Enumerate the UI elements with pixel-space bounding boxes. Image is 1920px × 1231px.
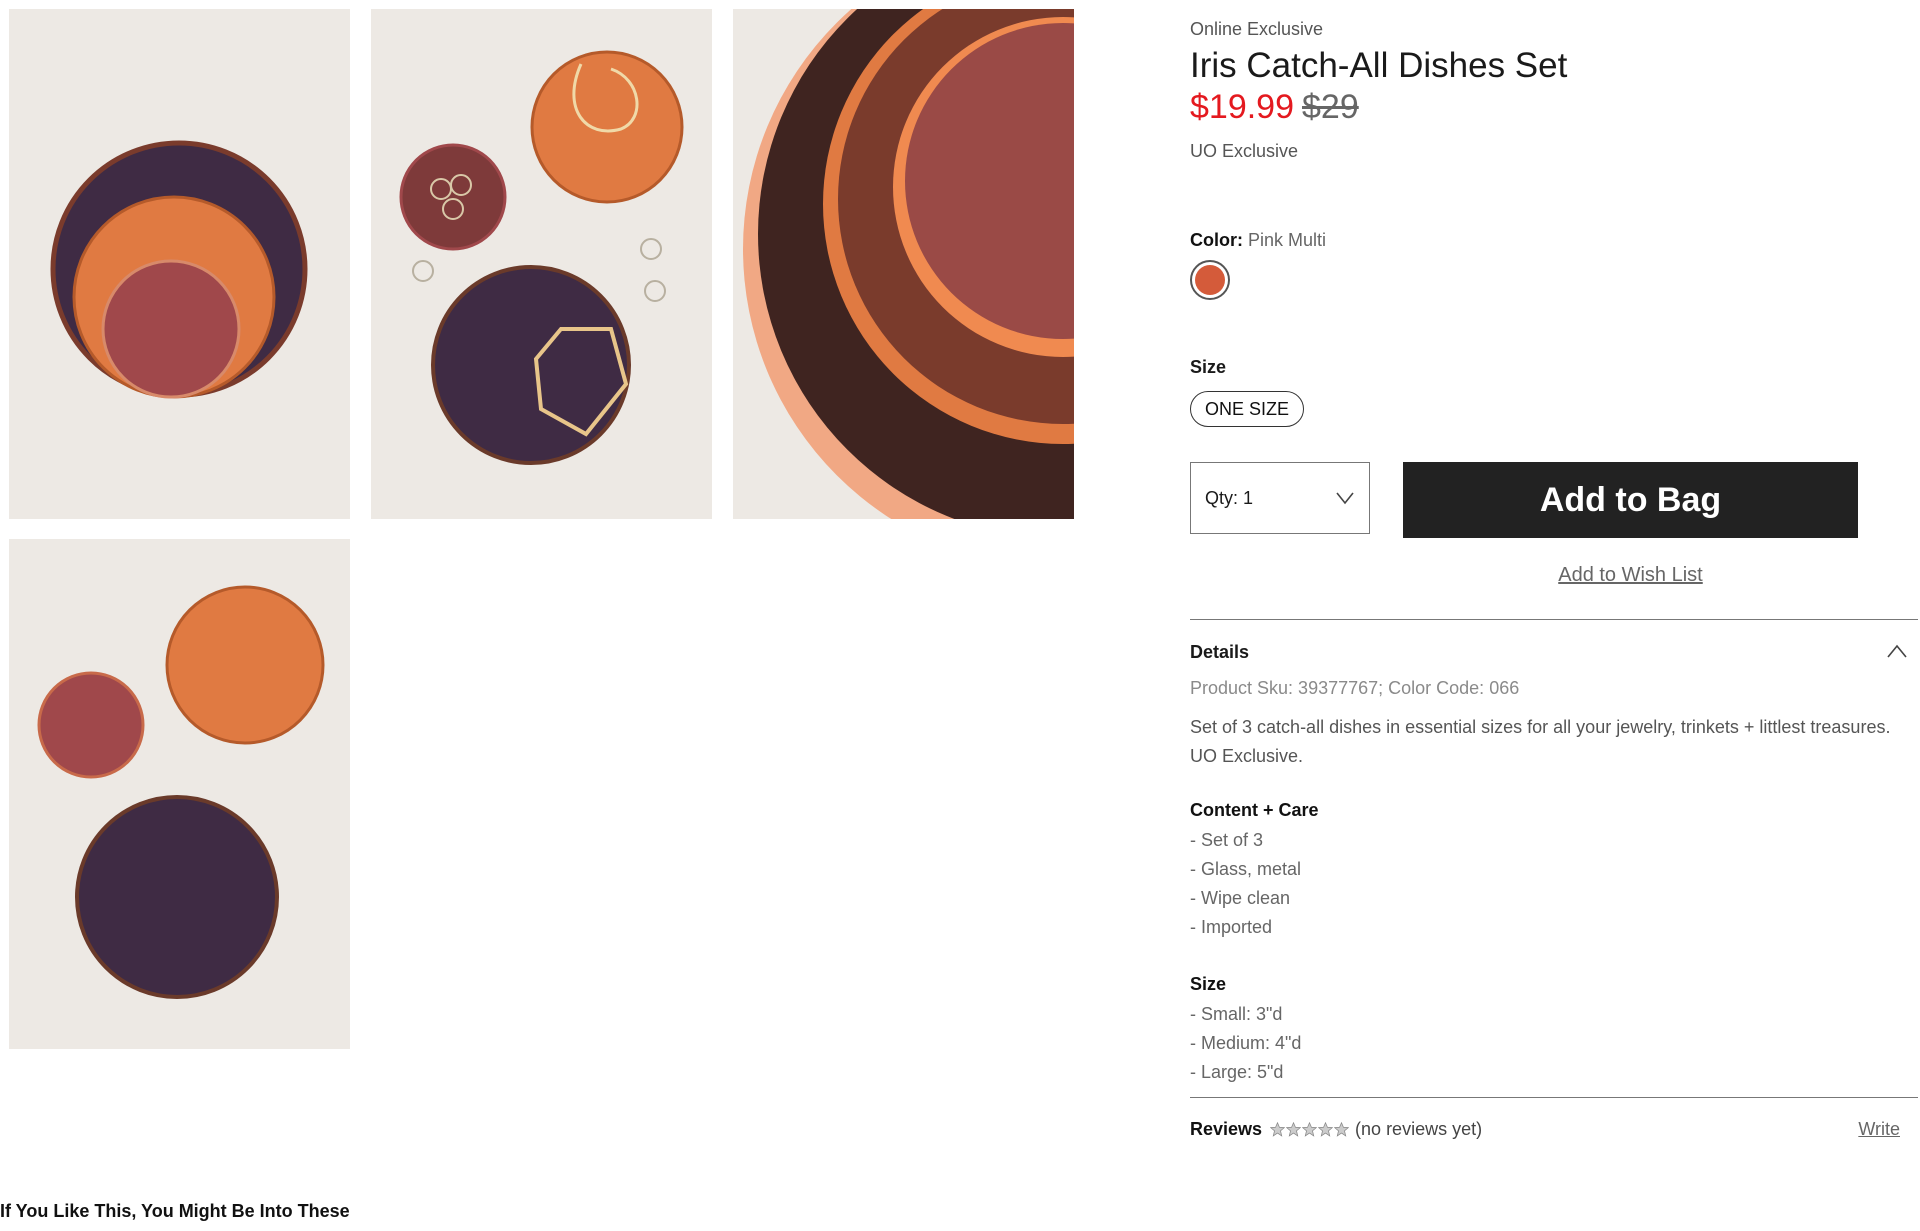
star-icon bbox=[1286, 1122, 1302, 1137]
write-review-link[interactable]: Write bbox=[1858, 1119, 1900, 1140]
rating-stars bbox=[1270, 1122, 1350, 1137]
size-details-heading: Size bbox=[1190, 974, 1227, 994]
add-to-bag-button[interactable]: Add to Bag bbox=[1403, 462, 1858, 538]
recommendations-heading: If You Like This, You Might Be Into Thes… bbox=[0, 1201, 350, 1221]
divider bbox=[1190, 619, 1918, 620]
product-gallery bbox=[0, 0, 1100, 1060]
product-image-1[interactable] bbox=[9, 9, 350, 519]
star-icon bbox=[1302, 1122, 1318, 1137]
quantity-select[interactable]: Qty: 1 bbox=[1190, 462, 1370, 534]
color-label-key: Color: bbox=[1190, 230, 1243, 250]
product-image-3[interactable] bbox=[733, 9, 1074, 519]
color-label: Color: Pink Multi bbox=[1190, 230, 1326, 251]
reviews-row: Reviews (no reviews yet) Write bbox=[1190, 1119, 1900, 1140]
reviews-heading: Reviews bbox=[1190, 1119, 1263, 1139]
size-label: Size bbox=[1190, 357, 1227, 377]
quantity-label: Qty: 1 bbox=[1205, 487, 1254, 508]
color-swatch-pink-multi[interactable] bbox=[1190, 260, 1230, 300]
list-item: - Large: 5"d bbox=[1190, 1062, 1284, 1082]
product-image-4[interactable] bbox=[9, 539, 350, 1049]
reviews-status: (no reviews yet) bbox=[1355, 1119, 1483, 1139]
product-description: Set of 3 catch-all dishes in essential s… bbox=[1190, 717, 1891, 766]
list-item: - Glass, metal bbox=[1190, 859, 1302, 879]
chevron-up-icon[interactable] bbox=[1886, 641, 1908, 663]
star-icon bbox=[1318, 1122, 1334, 1137]
details-heading: Details bbox=[1190, 642, 1250, 662]
content-care-heading: Content + Care bbox=[1190, 800, 1319, 820]
product-title: Iris Catch-All Dishes Set bbox=[1190, 46, 1568, 85]
star-icon bbox=[1334, 1122, 1350, 1137]
product-info-panel: Online Exclusive Iris Catch-All Dishes S… bbox=[1190, 0, 1920, 1231]
original-price: $29 bbox=[1302, 88, 1359, 126]
uo-exclusive-label: UO Exclusive bbox=[1190, 141, 1299, 161]
divider bbox=[1190, 1097, 1918, 1098]
product-image-2[interactable] bbox=[371, 9, 712, 519]
star-icon bbox=[1270, 1122, 1286, 1137]
online-exclusive-label: Online Exclusive bbox=[1190, 19, 1324, 39]
list-item: - Medium: 4"d bbox=[1190, 1033, 1302, 1053]
content-care-list: - Set of 3 - Glass, metal - Wipe clean -… bbox=[1190, 826, 1301, 942]
add-to-wishlist-link[interactable]: Add to Wish List bbox=[1403, 564, 1858, 587]
sale-price: $19.99 bbox=[1190, 88, 1294, 126]
color-value: Pink Multi bbox=[1248, 230, 1327, 250]
list-item: - Imported bbox=[1190, 917, 1273, 937]
list-item: - Small: 3"d bbox=[1190, 1004, 1283, 1024]
size-option-one-size[interactable]: ONE SIZE bbox=[1190, 391, 1305, 427]
chevron-down-icon bbox=[1336, 492, 1354, 505]
list-item: - Wipe clean bbox=[1190, 888, 1291, 908]
list-item: - Set of 3 bbox=[1190, 830, 1264, 850]
price-row: $19.99 $29 bbox=[1190, 88, 1359, 127]
size-details-list: - Small: 3"d - Medium: 4"d - Large: 5"d bbox=[1190, 1000, 1301, 1087]
product-sku: Product Sku: 39377767; Color Code: 066 bbox=[1190, 678, 1520, 698]
swatch-fill bbox=[1195, 265, 1225, 295]
